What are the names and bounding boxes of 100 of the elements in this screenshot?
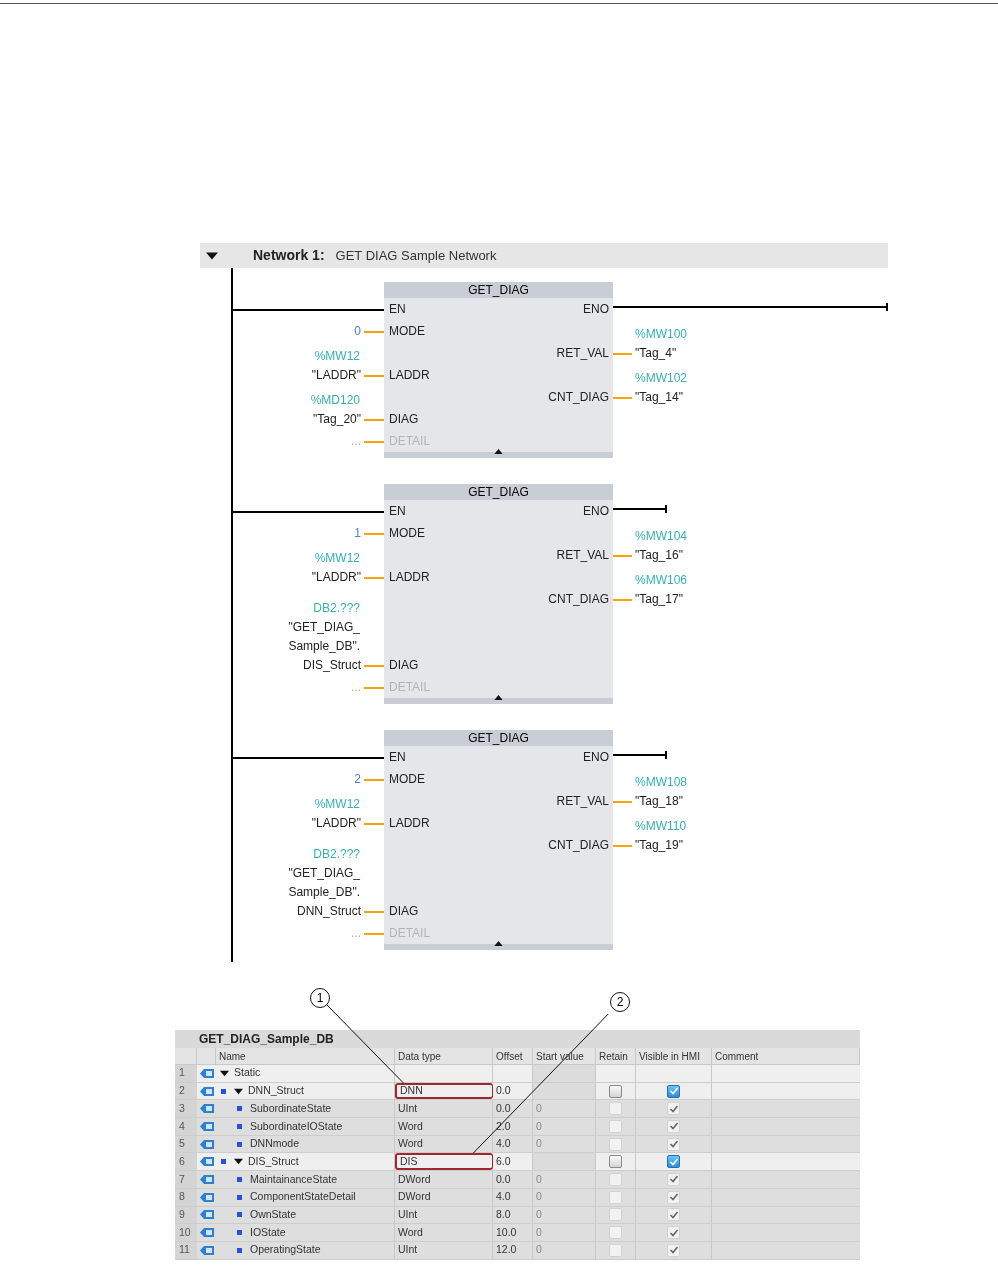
operand-text: %MW100 <box>634 326 687 343</box>
operand-text: Sample_DB". <box>288 884 361 901</box>
member-name: ComponentStateDetail <box>250 1189 356 1205</box>
offset: 10.0 <box>496 1224 517 1240</box>
member-icon <box>237 1176 242 1182</box>
tag-icon <box>199 1210 214 1220</box>
column-header[interactable]: Name <box>216 1048 395 1064</box>
member-icon <box>237 1194 242 1200</box>
pin-label: RET_VAL <box>556 547 609 564</box>
expand-icon[interactable] <box>220 1068 229 1078</box>
checkbox[interactable] <box>667 1084 680 1098</box>
checkbox[interactable] <box>609 1155 622 1169</box>
column-header[interactable]: Offset <box>493 1048 533 1064</box>
pin-label: RET_VAL <box>556 345 609 362</box>
operand-text: DB2.??? <box>313 600 361 617</box>
expand-icon[interactable] <box>494 941 503 946</box>
expand-icon[interactable] <box>234 1086 243 1096</box>
start-value: 0 <box>536 1242 542 1258</box>
wire <box>364 778 384 781</box>
member-icon <box>237 1123 242 1129</box>
data-type: Word <box>398 1118 423 1134</box>
tag-icon <box>199 1068 214 1078</box>
table-row[interactable]: 6 DIS_Struct DIS 6.0 <box>175 1153 860 1172</box>
expand-icon[interactable] <box>494 695 503 700</box>
collapse-icon[interactable] <box>206 249 218 262</box>
operand-text: Sample_DB". <box>288 638 361 655</box>
tag-icon <box>199 1104 214 1114</box>
expand-icon[interactable] <box>494 449 503 454</box>
start-value: 0 <box>536 1206 542 1222</box>
wire <box>613 598 632 601</box>
pin-label: RET_VAL <box>556 793 609 810</box>
operand-text: %MW12 <box>314 550 361 567</box>
wire <box>613 396 632 399</box>
pin-label: MODE <box>389 525 425 542</box>
column-header[interactable]: Comment <box>712 1048 860 1064</box>
start-value: 0 <box>536 1189 542 1205</box>
operand-text: %MW106 <box>634 572 687 589</box>
pin-label: ENO <box>583 749 609 766</box>
wire <box>364 932 384 935</box>
offset: 4.0 <box>496 1136 511 1152</box>
tag-icon <box>199 1139 214 1149</box>
operand-text: ... <box>351 433 361 450</box>
member-name: SubordinateIOState <box>250 1118 343 1134</box>
start-value: 0 <box>536 1224 542 1240</box>
tag-icon <box>199 1174 214 1184</box>
wire <box>613 554 632 557</box>
operand-text: "GET_DIAG_ <box>288 865 361 882</box>
tag-icon <box>199 1121 214 1131</box>
data-type: Word <box>398 1224 423 1240</box>
callout-number: 1 <box>310 988 330 1008</box>
checkbox[interactable] <box>667 1155 680 1169</box>
offset: 0.0 <box>496 1083 511 1099</box>
pin-label: MODE <box>389 323 425 340</box>
column-header[interactable]: Visible in HMI <box>636 1048 712 1064</box>
member-icon <box>221 1159 226 1165</box>
wire <box>364 440 384 443</box>
offset: 0.0 <box>496 1171 511 1187</box>
operand-text: ... <box>351 925 361 942</box>
offset: 4.0 <box>496 1189 511 1205</box>
pin-label: EN <box>389 749 406 766</box>
data-type: DIS <box>400 1153 418 1169</box>
pin-label: DIAG <box>389 657 419 674</box>
row-number: 10 <box>175 1224 197 1241</box>
operand-text: DB2.??? <box>313 846 361 863</box>
operand-text: "Tag_19" <box>635 837 683 854</box>
tag-icon <box>199 1245 214 1255</box>
data-type: Word <box>398 1136 423 1152</box>
operand-text: "Tag_20" <box>313 411 361 428</box>
row-number: 6 <box>175 1153 197 1171</box>
checkbox[interactable] <box>609 1084 622 1098</box>
wire <box>613 352 632 355</box>
member-name: Static <box>234 1065 261 1081</box>
operand-text: %MW12 <box>314 796 361 813</box>
data-type: DNN <box>400 1083 423 1099</box>
column-header[interactable]: Retain <box>596 1048 636 1064</box>
pin-label: CNT_DIAG <box>548 591 609 608</box>
pin-label: CNT_DIAG <box>548 837 609 854</box>
wire <box>364 910 384 913</box>
tag-icon <box>199 1086 214 1096</box>
column-header[interactable]: Data type <box>395 1048 493 1064</box>
offset: 6.0 <box>496 1153 511 1169</box>
operand-text: DNN_Struct <box>297 903 361 920</box>
row-number: 3 <box>175 1100 197 1118</box>
expand-icon[interactable] <box>234 1157 243 1167</box>
operand-text: "Tag_4" <box>635 345 677 362</box>
operand-text: "Tag_18" <box>635 793 683 810</box>
member-name: DNN_Struct <box>248 1083 304 1099</box>
block-title: GET_DIAG <box>384 484 613 500</box>
network-header[interactable]: Network 1: GET DIAG Sample Network <box>200 243 888 268</box>
offset: 8.0 <box>496 1206 511 1222</box>
operand-text: %MW104 <box>634 528 687 545</box>
member-icon <box>237 1141 242 1147</box>
operand-text: "LADDR" <box>311 367 361 384</box>
row-number: 1 <box>175 1065 197 1082</box>
table-row[interactable]: 1 Static <box>175 1065 860 1083</box>
start-value: 0 <box>536 1100 542 1116</box>
wire <box>364 532 384 535</box>
start-value: 0 <box>536 1136 542 1152</box>
operand-text: 2 <box>354 771 361 788</box>
pin-label: DIAG <box>389 903 419 920</box>
